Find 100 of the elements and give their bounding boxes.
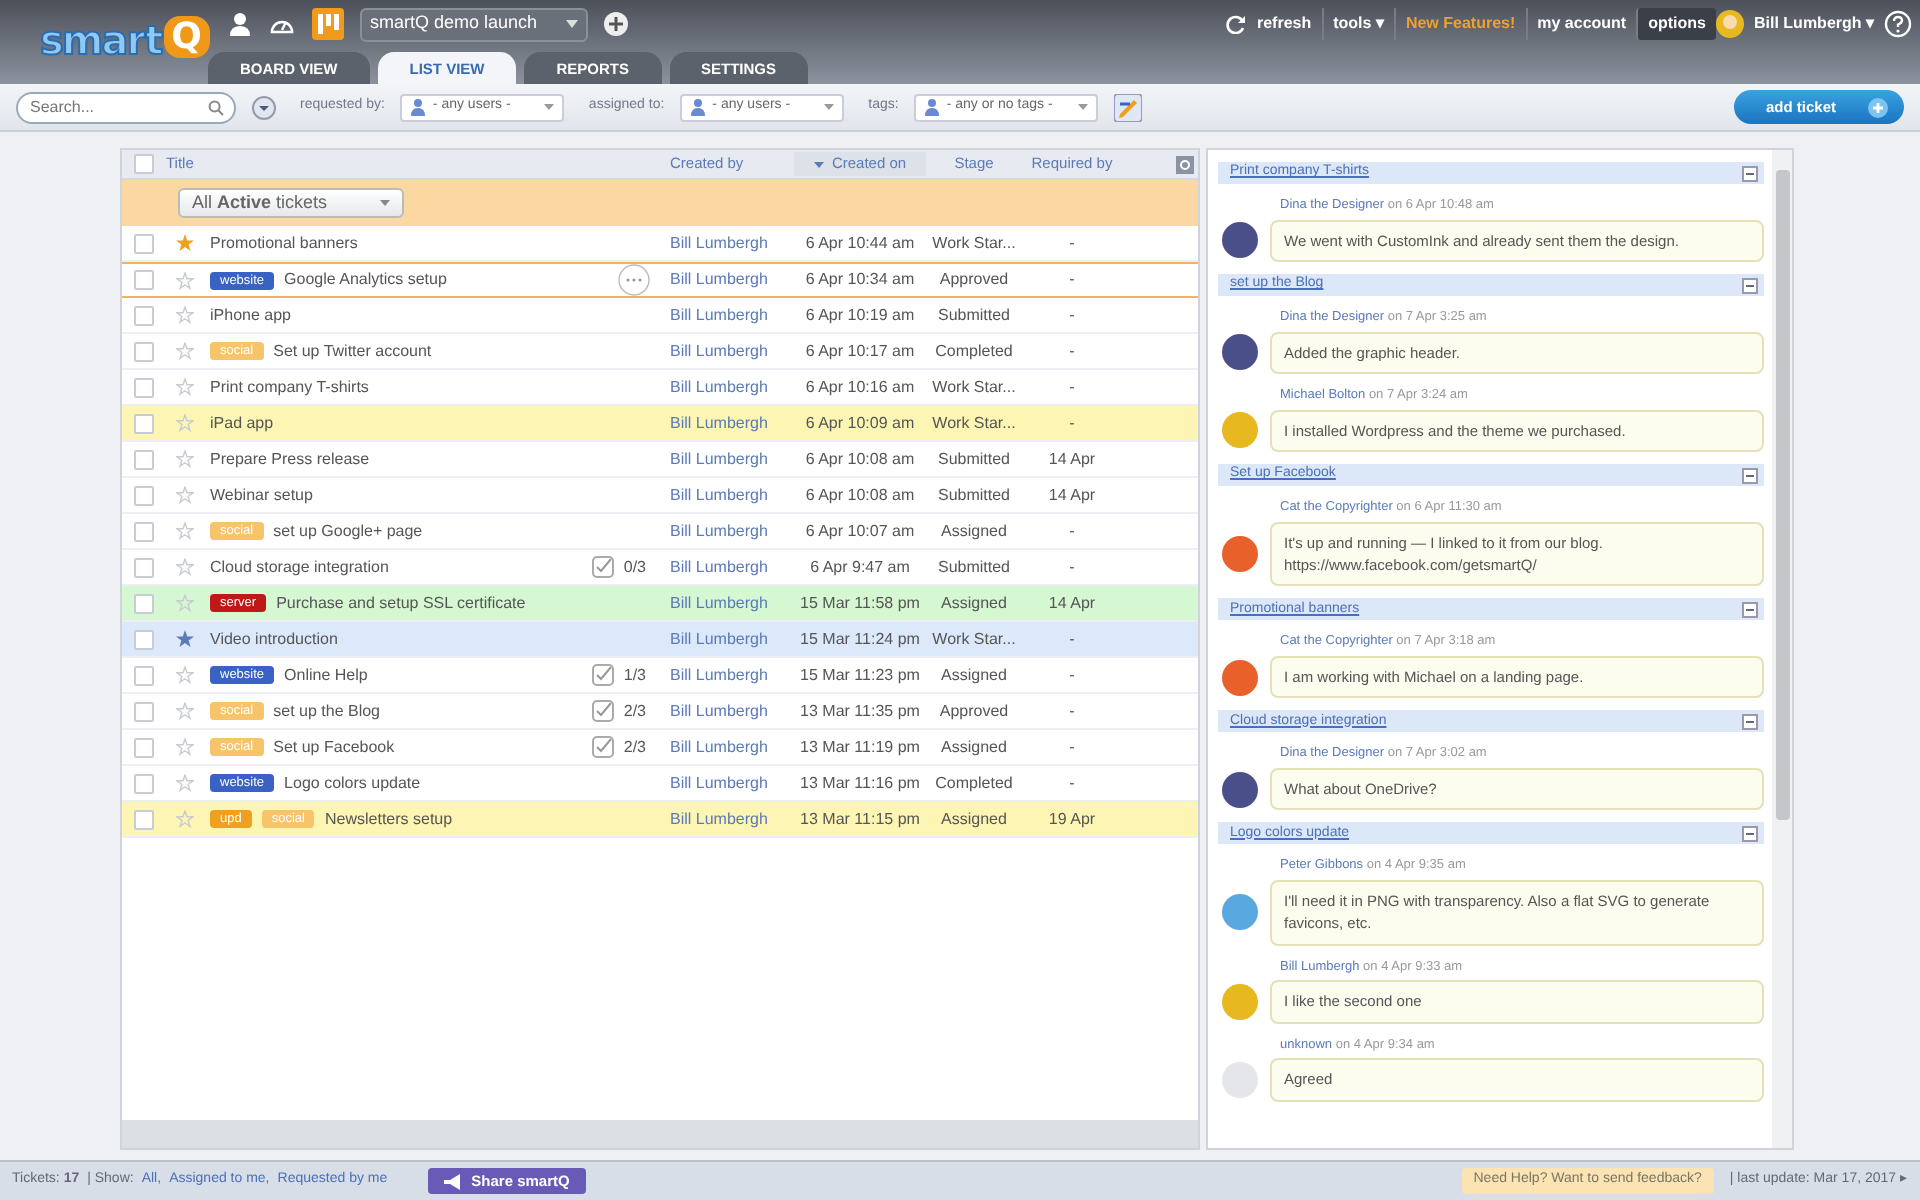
stage-cell: Assigned	[941, 809, 1007, 827]
checkbox[interactable]	[134, 557, 154, 577]
ticket-title[interactable]: Google Analytics setup	[284, 268, 447, 292]
checkbox[interactable]	[134, 737, 154, 757]
ticket-title[interactable]: Logo colors update	[284, 771, 421, 795]
more-icon[interactable]	[618, 264, 650, 296]
dropdown-icon[interactable]	[252, 95, 276, 119]
ticket-title[interactable]: Online Help	[284, 663, 368, 687]
header-link[interactable]: refresh	[1246, 8, 1322, 40]
checkbox[interactable]	[134, 233, 154, 253]
checkbox[interactable]	[134, 521, 154, 541]
creator-link[interactable]: Bill Lumbergh	[670, 521, 768, 539]
creator-link[interactable]: Bill Lumbergh	[670, 557, 768, 575]
ticket-title[interactable]: iPhone app	[210, 303, 291, 327]
checkbox[interactable]	[134, 341, 154, 361]
star-icon[interactable]	[175, 414, 193, 432]
creator-link[interactable]: Bill Lumbergh	[670, 485, 768, 503]
star-icon[interactable]	[175, 342, 193, 360]
checkbox[interactable]	[134, 270, 154, 290]
ticket-title[interactable]: set up Google+ page	[273, 519, 423, 543]
header-link[interactable]: tools ▾	[1321, 8, 1394, 40]
due-date-cell: 14 Apr	[1048, 449, 1096, 467]
star-icon[interactable]	[175, 594, 193, 612]
creator-link[interactable]: Bill Lumbergh	[670, 270, 768, 288]
creator-link[interactable]: Bill Lumbergh	[670, 305, 768, 323]
ticket-title[interactable]: Cloud storage integration	[210, 555, 389, 579]
star-icon[interactable]	[175, 702, 193, 720]
ticket-title[interactable]: Video introduction	[210, 627, 338, 651]
search-field[interactable]: Search...	[16, 91, 236, 123]
collapse-icon[interactable]	[1742, 277, 1758, 293]
ticket-title[interactable]: iPad app	[210, 411, 274, 435]
creator-link[interactable]: Bill Lumbergh	[670, 593, 768, 611]
checkbox[interactable]	[134, 809, 154, 829]
collapse-icon[interactable]	[1742, 467, 1758, 483]
creator-link[interactable]: Bill Lumbergh	[670, 629, 768, 647]
edit-tags-icon[interactable]	[1114, 93, 1143, 121]
board-icon[interactable]	[312, 8, 344, 40]
creator-link[interactable]: Bill Lumbergh	[670, 773, 768, 791]
collapse-icon[interactable]	[1742, 165, 1758, 181]
project-select[interactable]: smartQ demo launch	[360, 7, 588, 41]
date-cell: 6 Apr 9:47 am	[810, 557, 910, 575]
checkbox[interactable]	[134, 593, 154, 613]
help-icon[interactable]	[1884, 10, 1912, 38]
star-icon[interactable]	[175, 558, 193, 576]
collapse-icon[interactable]	[1742, 825, 1758, 842]
creator-link[interactable]: Bill Lumbergh	[670, 701, 768, 719]
star-icon[interactable]	[175, 378, 193, 396]
caret-icon	[1078, 104, 1089, 110]
creator-link[interactable]: Bill Lumbergh	[670, 233, 768, 251]
ticket-title[interactable]: Purchase and setup SSL certificate	[276, 591, 526, 615]
creator-link[interactable]: Bill Lumbergh	[670, 665, 768, 683]
star-icon[interactable]	[175, 522, 193, 540]
ticket-title[interactable]: Set up Twitter account	[273, 339, 432, 363]
checkbox[interactable]	[134, 485, 154, 505]
checkbox[interactable]	[134, 773, 154, 793]
ticket-title[interactable]: Promotional banners	[210, 231, 358, 255]
creator-link[interactable]: Bill Lumbergh	[670, 377, 768, 395]
user-icon[interactable]	[228, 12, 252, 36]
collapse-icon[interactable]	[1742, 713, 1758, 730]
star-icon[interactable]	[175, 630, 193, 648]
view-select[interactable]: All Active tickets	[178, 188, 404, 218]
checkbox[interactable]	[134, 377, 154, 397]
table-row[interactable]: Cloud storage integration 0/3 Bill Lumbergh 6 Apr 9:47 am Submitted -	[122, 550, 1198, 586]
ticket-title[interactable]: Print company T-shirts	[210, 375, 369, 399]
star-icon[interactable]	[175, 306, 193, 324]
checkbox[interactable]	[134, 449, 154, 469]
ticket-title[interactable]: set up the Blog	[273, 699, 380, 723]
add-icon[interactable]	[604, 12, 628, 36]
checkbox[interactable]	[134, 413, 154, 433]
star-icon[interactable]	[175, 486, 193, 504]
star-icon[interactable]	[175, 666, 193, 684]
creator-link[interactable]: Bill Lumbergh	[670, 449, 768, 467]
table-row[interactable]: iPad app Bill Lumbergh 6 Apr 10:09 am Work Star... -	[122, 406, 1198, 442]
star-icon[interactable]	[175, 810, 193, 828]
checklist-icon	[591, 700, 614, 722]
ticket-title[interactable]: Prepare Press release	[210, 447, 370, 471]
creator-link[interactable]: Bill Lumbergh	[670, 341, 768, 359]
ticket-title[interactable]: Set up Facebook	[273, 735, 395, 759]
user-menu[interactable]: Bill Lumbergh ▾	[1744, 8, 1884, 40]
star-icon[interactable]	[175, 738, 193, 756]
ticket-title[interactable]: Newsletters setup	[324, 807, 453, 831]
settings-icon[interactable]	[1176, 155, 1194, 173]
checkbox[interactable]	[134, 305, 154, 325]
checkbox[interactable]	[134, 665, 154, 685]
ticket-title[interactable]: Webinar setup	[210, 483, 313, 507]
table-row[interactable]: Video introduction Bill Lumbergh 15 Mar 11:24 pm Work Star... -	[122, 622, 1198, 658]
star-icon[interactable]	[175, 774, 193, 792]
scrollbar[interactable]	[1772, 150, 1792, 1148]
collapse-icon[interactable]	[1742, 601, 1758, 618]
star-icon[interactable]	[175, 271, 193, 289]
star-icon[interactable]	[175, 450, 193, 468]
header-link[interactable]: options	[1636, 8, 1716, 40]
creator-link[interactable]: Bill Lumbergh	[670, 413, 768, 431]
checkbox[interactable]	[134, 154, 154, 174]
checkbox[interactable]	[134, 629, 154, 649]
creator-link[interactable]: Bill Lumbergh	[670, 809, 768, 827]
checkbox[interactable]	[134, 701, 154, 721]
star-icon[interactable]	[175, 234, 193, 252]
creator-link[interactable]: Bill Lumbergh	[670, 737, 768, 755]
refresh-icon[interactable]	[1226, 14, 1247, 34]
